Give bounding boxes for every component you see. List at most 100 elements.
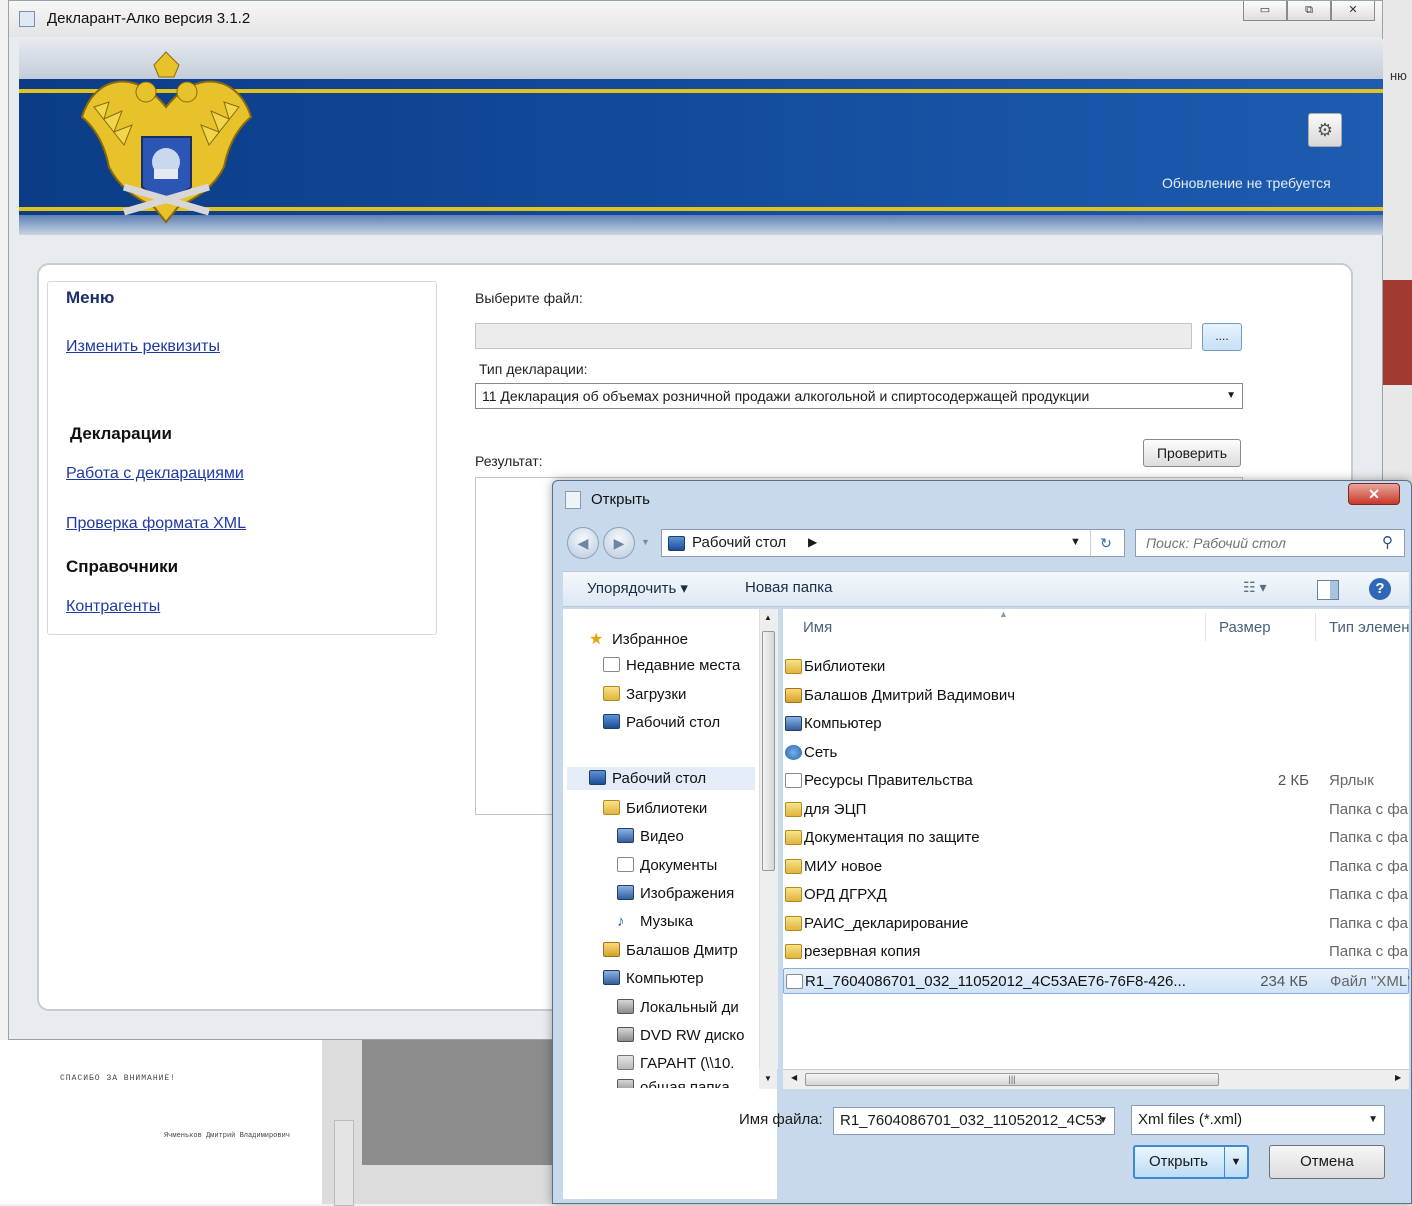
nav-item-downloads[interactable]: Загрузки xyxy=(603,686,759,703)
nav-item-garant[interactable]: ГАРАНТ (\\10. xyxy=(617,1055,759,1072)
file-row[interactable]: МИУ новое Папка с файлами xyxy=(783,854,1409,880)
shortcut-icon xyxy=(785,773,802,788)
scroll-up-icon[interactable]: ▲ xyxy=(764,613,772,622)
file-row[interactable]: Компьютер xyxy=(783,711,1409,737)
address-bar[interactable]: Рабочий стол ▶ ▼ ↻ xyxy=(661,529,1125,557)
forward-button[interactable]: ▶ xyxy=(603,527,635,559)
file-row[interactable]: для ЭЦП Папка с файлами xyxy=(783,797,1409,823)
dialog-close-button[interactable]: ✕ xyxy=(1348,483,1400,505)
declaration-type-select[interactable]: 11 Декларация об объемах розничной прода… xyxy=(475,383,1243,409)
work-with-declarations-link[interactable]: Работа с декларациями xyxy=(66,465,244,483)
file-row[interactable]: R1_7604086701_032_11052012_4C53AE76-76F8… xyxy=(783,967,1410,994)
browse-button[interactable]: .... xyxy=(1202,323,1242,351)
nav-item-desktop-fav[interactable]: Рабочий стол xyxy=(603,714,759,731)
organize-button[interactable]: Упорядочить ▾ xyxy=(587,579,688,597)
gear-icon: ⚙ xyxy=(1316,120,1334,140)
column-header-name[interactable]: Имя xyxy=(803,619,832,636)
network-icon xyxy=(785,744,802,760)
file-type: Папка с файлами xyxy=(1329,829,1409,846)
chevron-down-icon[interactable]: ▼ xyxy=(1098,1108,1108,1134)
file-row[interactable]: РАИС_декларирование Папка с файлами xyxy=(783,911,1409,937)
nav-item-user-folder[interactable]: Балашов Дмитр xyxy=(603,942,759,959)
horizontal-scrollbar-thumb[interactable]: ||| xyxy=(805,1073,1219,1086)
nav-item-images[interactable]: Изображения xyxy=(617,885,759,902)
nav-item-video[interactable]: Видео xyxy=(617,828,759,845)
nav-scrollbar-thumb[interactable] xyxy=(762,631,775,871)
file-name: Документация по защите xyxy=(804,829,980,846)
column-header-type[interactable]: Тип элемента xyxy=(1329,619,1409,636)
file-row[interactable]: Ресурсы Правительства 2 КБ Ярлык xyxy=(783,768,1409,794)
network-drive-icon xyxy=(617,1055,634,1070)
open-options-dropdown-icon[interactable]: ▼ xyxy=(1224,1147,1247,1177)
nav-item-computer[interactable]: Компьютер xyxy=(603,970,759,987)
new-folder-button[interactable]: Новая папка xyxy=(745,579,832,596)
file-name: R1_7604086701_032_11052012_4C53AE76-76F8… xyxy=(805,972,1186,990)
horizontal-scrollbar[interactable]: ◀ ||| ▶ xyxy=(783,1069,1409,1089)
slide-author-text: Ячменьков Дмитрий Владимирович xyxy=(163,1132,290,1140)
column-header-size[interactable]: Размер xyxy=(1219,619,1271,636)
help-icon[interactable]: ? xyxy=(1369,578,1391,600)
search-input[interactable] xyxy=(1144,534,1378,552)
nav-item-music[interactable]: ♪ Музыка xyxy=(617,913,759,930)
filetype-select[interactable]: Xml files (*.xml) ▼ xyxy=(1131,1105,1385,1135)
history-dropdown-icon[interactable]: ▼ xyxy=(641,537,650,547)
user-folder-icon xyxy=(603,942,620,957)
dialog-toolbar: Упорядочить ▾ Новая папка ☷ ▾ ? xyxy=(563,571,1409,607)
minimize-button[interactable]: ▭ xyxy=(1243,1,1287,21)
nav-item-libraries[interactable]: Библиотеки xyxy=(603,800,759,817)
nav-item-local-disk[interactable]: Локальный ди xyxy=(617,999,759,1016)
file-row[interactable]: резервная копия Папка с файлами xyxy=(783,939,1409,965)
scroll-right-icon[interactable]: ▶ xyxy=(1395,1073,1401,1082)
sort-arrow-icon: ▲ xyxy=(999,609,1008,619)
file-row[interactable]: ОРД ДГРХД Папка с файлами xyxy=(783,882,1409,908)
edit-details-link[interactable]: Изменить реквизиты xyxy=(66,338,220,356)
back-button[interactable]: ◀ xyxy=(567,527,599,559)
open-button[interactable]: Открыть ▼ xyxy=(1133,1145,1249,1179)
nav-scrollbar[interactable]: ▲ xyxy=(759,609,778,1069)
nav-item-recent-places[interactable]: Недавние места xyxy=(603,657,759,674)
nav-item-shared-folder[interactable]: общая папка xyxy=(617,1079,759,1088)
double-headed-eagle-emblem-icon xyxy=(80,51,253,224)
check-button[interactable]: Проверить xyxy=(1143,439,1241,467)
cancel-button[interactable]: Отмена xyxy=(1269,1145,1385,1179)
file-size: 234 КБ xyxy=(1260,972,1308,990)
xml-format-check-link[interactable]: Проверка формата XML xyxy=(66,515,246,533)
file-row[interactable]: Балашов Дмитрий Вадимович xyxy=(783,683,1409,709)
file-row[interactable]: Библиотеки xyxy=(783,654,1409,680)
update-status-text: Обновление не требуется xyxy=(1162,175,1331,191)
libraries-icon xyxy=(785,659,802,674)
refresh-icon[interactable]: ↻ xyxy=(1090,530,1121,556)
app-icon xyxy=(19,11,35,27)
breadcrumb-arrow-icon[interactable]: ▶ xyxy=(808,535,817,549)
file-type: Папка с файлами xyxy=(1329,857,1409,875)
nav-item-documents[interactable]: Документы xyxy=(617,857,759,874)
close-button[interactable]: ✕ xyxy=(1331,1,1375,21)
search-box[interactable]: ⚲ xyxy=(1135,529,1405,557)
address-dropdown-icon[interactable]: ▼ xyxy=(1070,536,1081,548)
maximize-button[interactable]: ⧉ xyxy=(1287,1,1331,21)
scroll-down-icon[interactable]: ▼ xyxy=(759,1069,777,1089)
references-heading: Справочники xyxy=(66,557,179,576)
file-row[interactable]: Документация по защите Папка с файлами xyxy=(783,825,1409,851)
settings-button[interactable]: ⚙ xyxy=(1308,113,1342,147)
file-name: для ЭЦП xyxy=(804,800,867,818)
file-name: ОРД ДГРХД xyxy=(804,886,887,903)
nav-item-dvd-drive[interactable]: DVD RW диско xyxy=(617,1027,759,1044)
nav-item-desktop[interactable]: Рабочий стол xyxy=(567,767,755,790)
preview-pane-icon[interactable] xyxy=(1317,580,1339,600)
file-type: Папка с файлами xyxy=(1329,800,1409,818)
file-name: РАИС_декларирование xyxy=(804,914,969,932)
filename-input[interactable]: R1_7604086701_032_11052012_4C53 ▼ xyxy=(833,1107,1115,1135)
file-type: Папка с файлами xyxy=(1329,914,1409,932)
file-type: Файл "XML" xyxy=(1330,972,1410,990)
file-row[interactable]: Сеть xyxy=(783,740,1409,766)
file-size: 2 КБ xyxy=(1277,772,1309,789)
scroll-left-icon[interactable]: ◀ xyxy=(791,1073,797,1082)
desktop-icon xyxy=(589,770,606,785)
view-options-icon[interactable]: ☷ ▾ xyxy=(1243,579,1266,596)
file-name: Ресурсы Правительства xyxy=(804,772,973,789)
file-path-field[interactable] xyxy=(475,323,1192,349)
contractors-link[interactable]: Контрагенты xyxy=(66,598,160,616)
background-slide-page: СПАСИБО ЗА ВНИМАНИЕ! Ячменьков Дмитрий В… xyxy=(0,1040,322,1204)
nav-item-favorites[interactable]: ★ Избранное xyxy=(589,629,759,649)
